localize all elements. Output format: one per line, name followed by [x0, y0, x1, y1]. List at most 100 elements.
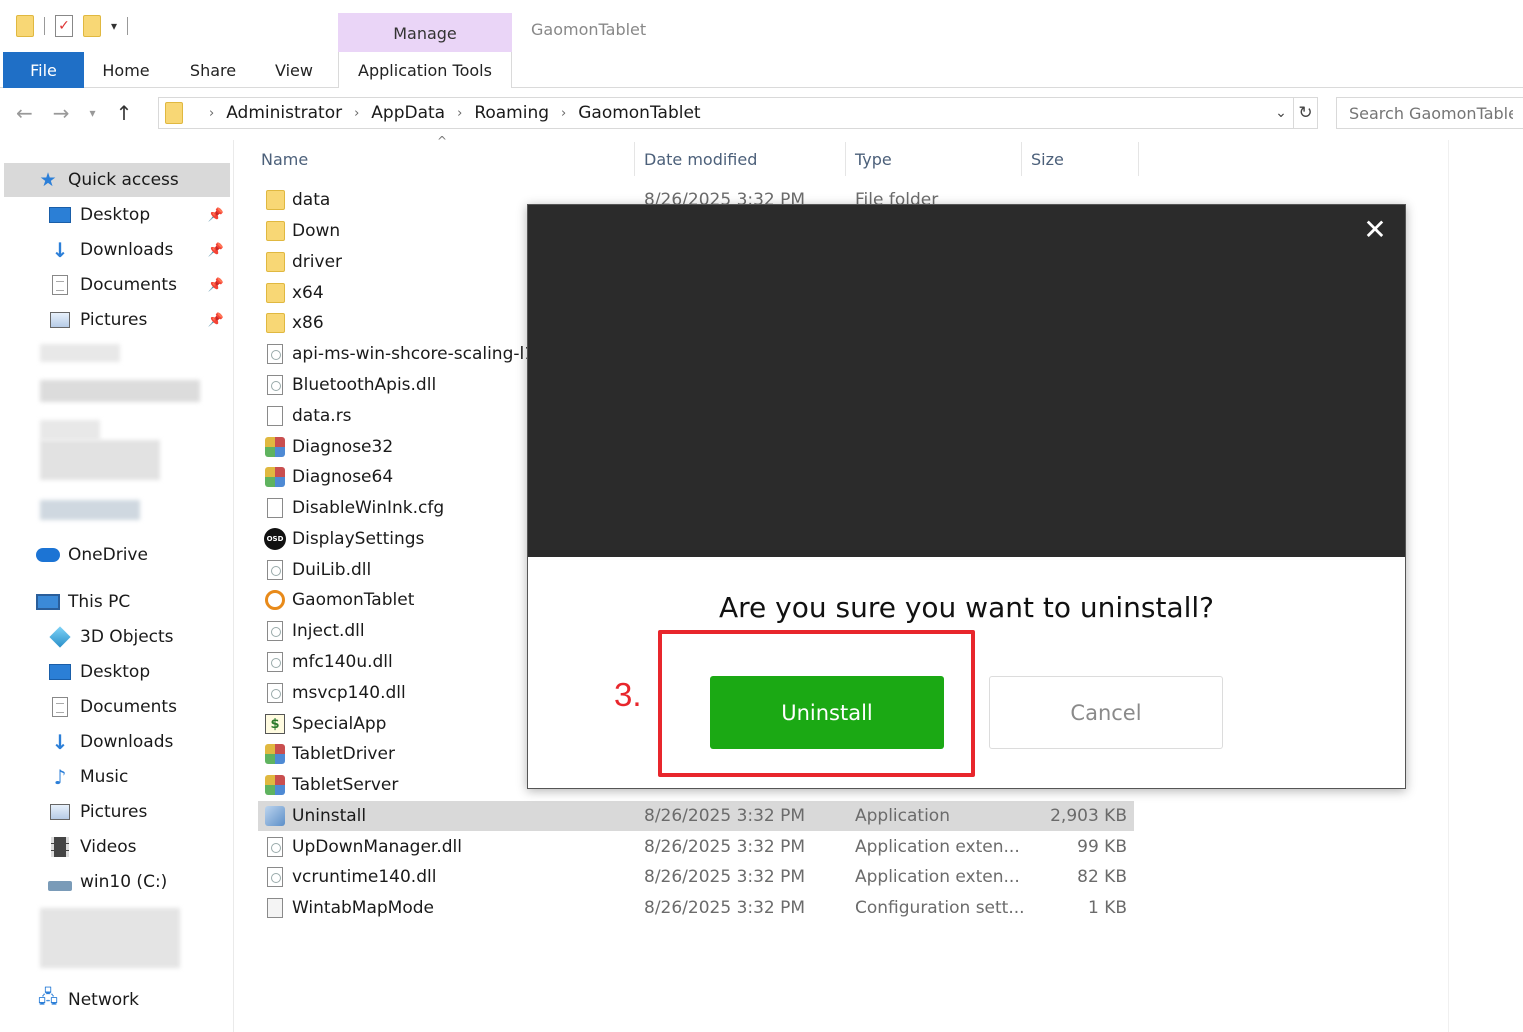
nav-downloads[interactable]: ↓ Downloads [0, 725, 232, 759]
search-input[interactable] [1336, 97, 1523, 129]
nav-desktop[interactable]: Desktop [0, 655, 232, 689]
file-name: GaomonTablet [292, 590, 415, 610]
properties-icon[interactable]: ✓ [55, 15, 73, 37]
pin-icon[interactable]: 📌 [208, 278, 224, 293]
file-name: x64 [292, 283, 324, 303]
breadcrumb-chevron-icon[interactable]: › [457, 106, 462, 121]
config-icon [267, 898, 283, 918]
manage-contextual-tab[interactable]: Manage [338, 13, 512, 53]
refresh-icon[interactable]: ↻ [1293, 98, 1317, 128]
documents-icon [52, 275, 68, 295]
breadcrumb-chevron-icon[interactable]: › [354, 106, 359, 121]
nav-label: 3D Objects [80, 627, 174, 647]
file-row-vcruntime140[interactable]: vcruntime140.dll 8/26/2025 3:32 PM Appli… [258, 862, 1134, 892]
tab-view[interactable]: View [262, 52, 326, 88]
pin-icon[interactable]: 📌 [208, 208, 224, 223]
nav-label: OneDrive [68, 545, 148, 565]
pin-icon[interactable]: 📌 [208, 313, 224, 328]
nav-quick-pictures[interactable]: Pictures 📌 [0, 303, 232, 337]
pin-icon[interactable]: 📌 [208, 243, 224, 258]
app-icon [265, 467, 285, 487]
nav-quick-access[interactable]: ★ Quick access [4, 163, 230, 197]
location-folder-icon [165, 102, 183, 124]
file-name: DuiLib.dll [292, 560, 372, 580]
nav-quick-downloads[interactable]: ↓ Downloads 📌 [0, 233, 232, 267]
desktop-icon [49, 207, 71, 223]
app-icon [265, 437, 285, 457]
file-size: 82 KB [1077, 867, 1127, 887]
breadcrumb-item-appdata[interactable]: AppData [371, 103, 445, 123]
nav-quick-desktop[interactable]: Desktop 📌 [0, 198, 232, 232]
dialog-question: Are you sure you want to uninstall? [718, 591, 1215, 624]
nav-onedrive[interactable]: OneDrive [0, 538, 232, 572]
file-name: msvcp140.dll [292, 683, 406, 703]
nav-label: Pictures [80, 310, 148, 330]
file-type: Application [855, 806, 950, 826]
dll-icon [267, 375, 283, 395]
column-name[interactable]: Name [252, 140, 632, 178]
chevron-down-icon[interactable]: ⌄ [1269, 105, 1293, 121]
step-highlight-box [658, 630, 975, 777]
nav-label: Videos [80, 837, 137, 857]
file-name: api-ms-win-shcore-scaling-l1- [292, 344, 542, 364]
nav-pictures[interactable]: Pictures [0, 795, 232, 829]
nav-videos[interactable]: Videos [0, 830, 232, 864]
tab-application-tools[interactable]: Application Tools [338, 52, 512, 88]
downloads-icon: ↓ [51, 730, 69, 754]
file-type: Application exten... [855, 867, 1020, 887]
pane-divider [1448, 140, 1449, 1032]
file-name: DisableWinInk.cfg [292, 498, 445, 518]
nav-label: win10 (C:) [80, 872, 168, 892]
dll-icon [267, 344, 283, 364]
file-row-uninstall[interactable]: Uninstall 8/26/2025 3:32 PM Application … [258, 801, 1134, 831]
nav-quick-documents[interactable]: Documents 📌 [0, 268, 232, 302]
tab-share[interactable]: Share [176, 52, 250, 88]
folder-icon[interactable] [16, 15, 34, 37]
navigation-buttons: ← → ▾ ↑ [16, 96, 132, 130]
navigation-pane: ★ Quick access Desktop 📌 ↓ Downloads 📌 D… [0, 140, 234, 1032]
breadcrumb-item-roaming[interactable]: Roaming [474, 103, 549, 123]
column-type[interactable]: Type [846, 140, 1021, 178]
film-icon [51, 837, 69, 857]
breadcrumb-chevron-icon[interactable]: › [209, 106, 214, 121]
breadcrumb-chevron-icon[interactable]: › [561, 106, 566, 121]
nav-documents[interactable]: Documents [0, 690, 232, 724]
nav-label: Downloads [80, 240, 174, 260]
recent-locations-chevron-icon[interactable]: ▾ [90, 106, 96, 120]
file-type: Configuration sett... [855, 898, 1025, 918]
file-name: Diagnose64 [292, 467, 394, 487]
nav-this-pc[interactable]: This PC [0, 585, 232, 619]
breadcrumb-item-administrator[interactable]: Administrator [226, 103, 342, 123]
nav-music[interactable]: ♪ Music [0, 760, 232, 794]
column-date-modified[interactable]: Date modified [635, 140, 845, 178]
ribbon-tabs: File Home Share View Application Tools [0, 52, 1523, 88]
back-arrow-icon[interactable]: ← [16, 101, 33, 125]
customize-toolbar-icon[interactable]: ▾ [111, 19, 117, 33]
pictures-icon [50, 804, 70, 820]
file-icon [267, 498, 283, 518]
forward-arrow-icon[interactable]: → [53, 101, 70, 125]
tab-home[interactable]: Home [88, 52, 164, 88]
nav-network[interactable]: 🖧 Network [0, 983, 232, 1017]
file-row-wintabmapmode[interactable]: WintabMapMode 8/26/2025 3:32 PM Configur… [258, 893, 1134, 923]
file-name: Diagnose32 [292, 437, 394, 457]
column-separator[interactable] [1138, 142, 1139, 176]
cancel-button[interactable]: Cancel [989, 676, 1223, 749]
tab-file[interactable]: File [3, 52, 84, 88]
file-row-updownmanager[interactable]: UpDownManager.dll 8/26/2025 3:32 PM Appl… [258, 832, 1134, 862]
nav-drive-c[interactable]: win10 (C:) [0, 865, 232, 899]
up-arrow-icon[interactable]: ↑ [116, 101, 133, 125]
new-folder-icon[interactable] [83, 15, 101, 37]
redacted-item [40, 380, 200, 402]
breadcrumb-item-gaomontablet[interactable]: GaomonTablet [578, 103, 700, 123]
column-size[interactable]: Size [1022, 140, 1138, 178]
file-name: driver [292, 252, 343, 272]
pictures-icon [50, 312, 70, 328]
close-icon[interactable]: ✕ [1359, 213, 1391, 246]
nav-3d-objects[interactable]: 3D Objects [0, 620, 232, 654]
redacted-item [40, 908, 180, 968]
star-icon: ★ [39, 169, 57, 191]
file-name: UpDownManager.dll [292, 837, 462, 857]
address-bar[interactable]: › Administrator › AppData › Roaming › Ga… [158, 97, 1318, 129]
file-name: data [292, 190, 331, 210]
